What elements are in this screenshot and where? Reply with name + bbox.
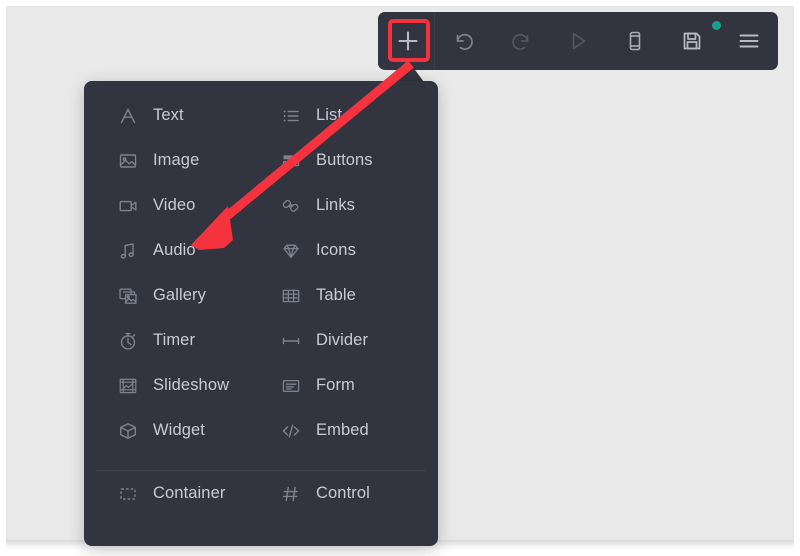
widget-icon [115,418,141,444]
insert-element-panel: Text List Image Buttons Video Links Audi… [84,81,438,546]
menu-item-embed[interactable]: Embed [261,408,438,453]
floppy-disk-icon [679,28,705,54]
mobile-icon [622,28,648,54]
menu-item-divider[interactable]: Divider [261,318,438,363]
menu-item-label: Buttons [316,151,373,169]
menu-row: Gallery Table [84,273,438,318]
menu-item-label: Slideshow [153,376,230,394]
menu-row: Video Links [84,183,438,228]
menu-item-list[interactable]: List [261,93,438,138]
menu-item-label: List [316,106,343,124]
image-icon [115,148,141,174]
redo-button[interactable] [492,12,549,70]
menu-item-label: Timer [153,331,196,349]
menu-row: Widget Embed [84,408,438,453]
links-icon [278,193,304,219]
video-icon [115,193,141,219]
timer-icon [115,328,141,354]
container-icon [115,481,141,507]
menu-item-label: Control [316,484,370,502]
menu-item-label: Icons [316,241,356,259]
menu-row: Audio Icons [84,228,438,273]
menu-item-gallery[interactable]: Gallery [84,273,261,318]
menu-item-form[interactable]: Form [261,363,438,408]
menu-item-slideshow[interactable]: Slideshow [84,363,261,408]
menu-item-label: Form [316,376,355,394]
menu-item-timer[interactable]: Timer [84,318,261,363]
screenshot-root: Text List Image Buttons Video Links Audi… [0,0,800,556]
gallery-icon [115,283,141,309]
menu-button[interactable] [720,12,777,70]
menu-item-label: Container [153,484,226,502]
hamburger-icon [736,28,762,54]
menu-item-text[interactable]: Text [84,93,261,138]
menu-item-label: Links [316,196,356,214]
undo-button[interactable] [435,12,492,70]
menu-item-label: Table [316,286,356,304]
menu-item-label: Divider [316,331,369,349]
menu-item-buttons[interactable]: Buttons [261,138,438,183]
menu-item-label: Video [153,196,196,214]
unsaved-changes-badge [712,21,721,30]
hash-icon [278,481,304,507]
table-icon [278,283,304,309]
menu-item-label: Audio [153,241,196,259]
plus-icon [396,29,420,53]
menu-item-label: Widget [153,421,205,439]
code-icon [278,418,304,444]
menu-item-video[interactable]: Video [84,183,261,228]
preview-button[interactable] [549,12,606,70]
save-button[interactable] [663,12,720,70]
menu-item-container[interactable]: Container [84,471,261,516]
menu-item-widget[interactable]: Widget [84,408,261,453]
menu-item-control[interactable]: Control [261,471,438,516]
divider-icon [278,328,304,354]
slideshow-icon [115,373,141,399]
menu-item-label: Text [153,106,184,124]
menu-item-label: Image [153,151,200,169]
menu-item-audio[interactable]: Audio [84,228,261,273]
text-icon [115,103,141,129]
insert-element-footer: Container Control [84,471,438,516]
device-button[interactable] [606,12,663,70]
audio-icon [115,238,141,264]
insert-element-grid: Text List Image Buttons Video Links Audi… [84,93,438,453]
list-icon [278,103,304,129]
redo-icon [508,28,534,54]
form-icon [278,373,304,399]
menu-item-links[interactable]: Links [261,183,438,228]
menu-row: Slideshow Form [84,363,438,408]
menu-row: Container Control [84,471,438,516]
cut-off-page-text [170,546,570,552]
menu-item-icons[interactable]: Icons [261,228,438,273]
panel-caret [394,62,424,82]
menu-item-image[interactable]: Image [84,138,261,183]
menu-row: Timer Divider [84,318,438,363]
menu-item-table[interactable]: Table [261,273,438,318]
buttons-icon [278,148,304,174]
menu-item-label: Embed [316,421,369,439]
menu-row: Text List [84,93,438,138]
menu-item-label: Gallery [153,286,206,304]
play-icon [565,28,591,54]
menu-row: Image Buttons [84,138,438,183]
diamond-icon [278,238,304,264]
undo-icon [451,28,477,54]
